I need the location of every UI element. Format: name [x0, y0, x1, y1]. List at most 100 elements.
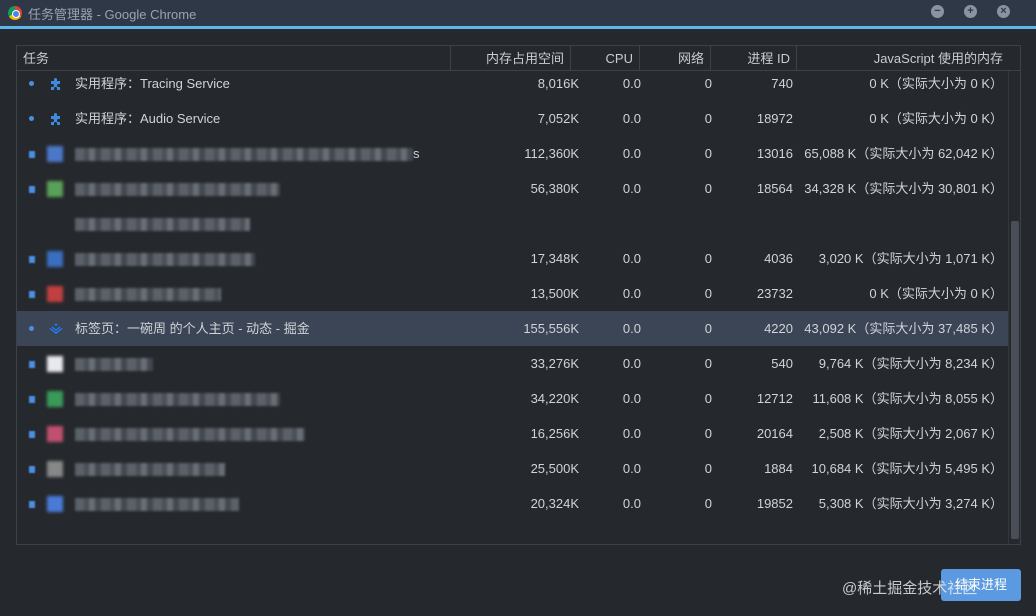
- table-row[interactable]: 13,500K 0.0 0 23732 0 K（实际大小为 0 K）: [17, 276, 1009, 311]
- row-bullet: [29, 396, 35, 403]
- js-memory-cell: 0 K（实际大小为 0 K）: [869, 111, 1003, 126]
- favicon-icon: [47, 286, 63, 302]
- js-memory-cell: 3,020 K（实际大小为 1,071 K）: [818, 251, 1003, 266]
- memory-cell: 7,052K: [537, 111, 579, 126]
- pid-cell: 18972: [756, 111, 793, 126]
- task-name: [75, 486, 239, 521]
- pid-cell: 4036: [764, 251, 793, 266]
- js-memory-cell: 11,608 K（实际大小为 8,055 K）: [812, 391, 1003, 406]
- favicon-icon: [47, 461, 63, 477]
- table-row[interactable]: 17,348K 0.0 0 4036 3,020 K（实际大小为 1,071 K）: [17, 241, 1009, 276]
- row-bullet: [29, 466, 35, 473]
- cpu-cell: 0.0: [622, 496, 641, 511]
- maximize-icon[interactable]: +: [964, 5, 977, 18]
- table-row[interactable]: 34,220K 0.0 0 12712 11,608 K（实际大小为 8,055 K）: [17, 381, 1009, 416]
- memory-cell: 13,500K: [530, 286, 579, 301]
- pid-cell: 4220: [764, 321, 793, 336]
- task-name: [75, 241, 255, 276]
- close-icon[interactable]: ×: [997, 5, 1010, 18]
- table-row[interactable]: 25,500K 0.0 0 1884 10,684 K（实际大小为 5,495 K）: [17, 451, 1009, 486]
- column-header-pid[interactable]: 进程 ID: [711, 46, 797, 71]
- network-cell: 0: [704, 76, 712, 91]
- js-memory-cell: 0 K（实际大小为 0 K）: [869, 286, 1003, 301]
- table-row-selected[interactable]: 标签页：一碗周 的个人主页 - 动态 - 掘金 155,556K 0.0 0 4220 4…: [17, 311, 1009, 346]
- cpu-cell: 0.0: [622, 181, 641, 196]
- task-name: [75, 276, 221, 311]
- task-name: 标签页：一碗周 的个人主页 - 动态 - 掘金: [75, 321, 310, 336]
- memory-cell: 33,276K: [530, 356, 579, 371]
- column-header-js-memory[interactable]: JavaScript 使用的内存: [797, 46, 1009, 71]
- network-cell: 0: [704, 496, 712, 511]
- table-row[interactable]: [17, 206, 1009, 241]
- js-memory-cell: 65,088 K（实际大小为 62,042 K）: [804, 146, 1003, 161]
- js-memory-cell: 10,684 K（实际大小为 5,495 K）: [811, 461, 1003, 476]
- network-cell: 0: [704, 286, 712, 301]
- pid-cell: 23732: [756, 286, 793, 301]
- memory-cell: 17,348K: [530, 251, 579, 266]
- table-row[interactable]: 实用程序：Tracing Service 8,016K 0.0 0 740 0 K（实际大…: [17, 66, 1009, 101]
- memory-cell: 16,256K: [530, 426, 579, 441]
- js-memory-cell: 43,092 K（实际大小为 37,485 K）: [804, 321, 1003, 336]
- task-name: s: [75, 136, 420, 171]
- favicon-icon: [47, 496, 63, 512]
- redacted-text: [75, 218, 250, 232]
- pid-cell: 1884: [764, 461, 793, 476]
- js-memory-cell: 5,308 K（实际大小为 3,274 K）: [818, 496, 1003, 511]
- task-table: 实用程序：V8 代理解析工具12,880K0.00199763,276 K（实际…: [16, 45, 1021, 545]
- row-bullet: [29, 116, 34, 121]
- task-name: [75, 346, 153, 381]
- table-row[interactable]: s 112,360K 0.0 0 13016 65,088 K（实际大小为 62,042 …: [17, 136, 1009, 171]
- pid-cell: 540: [771, 356, 793, 371]
- favicon-icon: [47, 356, 63, 372]
- redacted-text: [75, 288, 221, 302]
- row-bullet: [29, 501, 35, 508]
- task-name: 实用程序：Tracing Service: [75, 76, 230, 91]
- network-cell: 0: [704, 181, 712, 196]
- cpu-cell: 0.0: [622, 286, 641, 301]
- memory-cell: 155,556K: [523, 321, 579, 336]
- table-row[interactable]: 16,256K 0.0 0 20164 2,508 K（实际大小为 2,067 K）: [17, 416, 1009, 451]
- redacted-text: [75, 148, 413, 162]
- favicon-icon: [47, 426, 63, 442]
- column-header-cpu[interactable]: CPU: [571, 46, 640, 71]
- table-row[interactable]: 56,380K 0.0 0 18564 34,328 K（实际大小为 30,801 K）: [17, 171, 1009, 206]
- cpu-cell: 0.0: [622, 461, 641, 476]
- row-bullet: [29, 361, 35, 368]
- puzzle-icon: [51, 113, 60, 125]
- favicon-icon: [47, 181, 63, 197]
- pid-cell: 20164: [756, 426, 793, 441]
- table-row[interactable]: 33,276K 0.0 0 540 9,764 K（实际大小为 8,234 K）: [17, 346, 1009, 381]
- js-memory-cell: 9,764 K（实际大小为 8,234 K）: [818, 356, 1003, 371]
- memory-cell: 25,500K: [530, 461, 579, 476]
- column-header-task[interactable]: 任务: [17, 46, 451, 71]
- redacted-text: [75, 428, 305, 442]
- favicon-icon: [47, 251, 63, 267]
- column-header-network[interactable]: 网络: [640, 46, 711, 71]
- table-header: 任务 内存占用空间 CPU 网络 进程 ID JavaScript 使用的内存: [17, 46, 1020, 71]
- scrollbar[interactable]: [1008, 71, 1020, 544]
- row-bullet: [29, 326, 34, 331]
- cpu-cell: 0.0: [622, 426, 641, 441]
- redacted-text: [75, 463, 225, 477]
- redacted-text: [75, 183, 280, 197]
- row-bullet: [29, 431, 35, 438]
- table-row[interactable]: 20,324K 0.0 0 19852 5,308 K（实际大小为 3,274 K）: [17, 486, 1009, 521]
- memory-cell: 8,016K: [537, 76, 579, 91]
- js-memory-cell: 2,508 K（实际大小为 2,067 K）: [818, 426, 1003, 441]
- row-bullet: [29, 151, 35, 158]
- task-list: 实用程序：V8 代理解析工具12,880K0.00199763,276 K（实际…: [17, 46, 1009, 521]
- memory-cell: 20,324K: [530, 496, 579, 511]
- network-cell: 0: [704, 251, 712, 266]
- redacted-text: [75, 498, 239, 512]
- network-cell: 0: [704, 146, 712, 161]
- table-row[interactable]: 实用程序：Audio Service 7,052K 0.0 0 18972 0 K（实际大…: [17, 101, 1009, 136]
- cpu-cell: 0.0: [622, 146, 641, 161]
- minimize-icon[interactable]: −: [931, 5, 944, 18]
- column-header-memory[interactable]: 内存占用空间: [451, 46, 571, 71]
- memory-cell: 56,380K: [530, 181, 579, 196]
- network-cell: 0: [704, 321, 712, 336]
- accent-line: [0, 26, 1036, 29]
- pid-cell: 19852: [756, 496, 793, 511]
- js-memory-cell: 34,328 K（实际大小为 30,801 K）: [804, 181, 1003, 196]
- scrollbar-thumb[interactable]: [1011, 221, 1019, 539]
